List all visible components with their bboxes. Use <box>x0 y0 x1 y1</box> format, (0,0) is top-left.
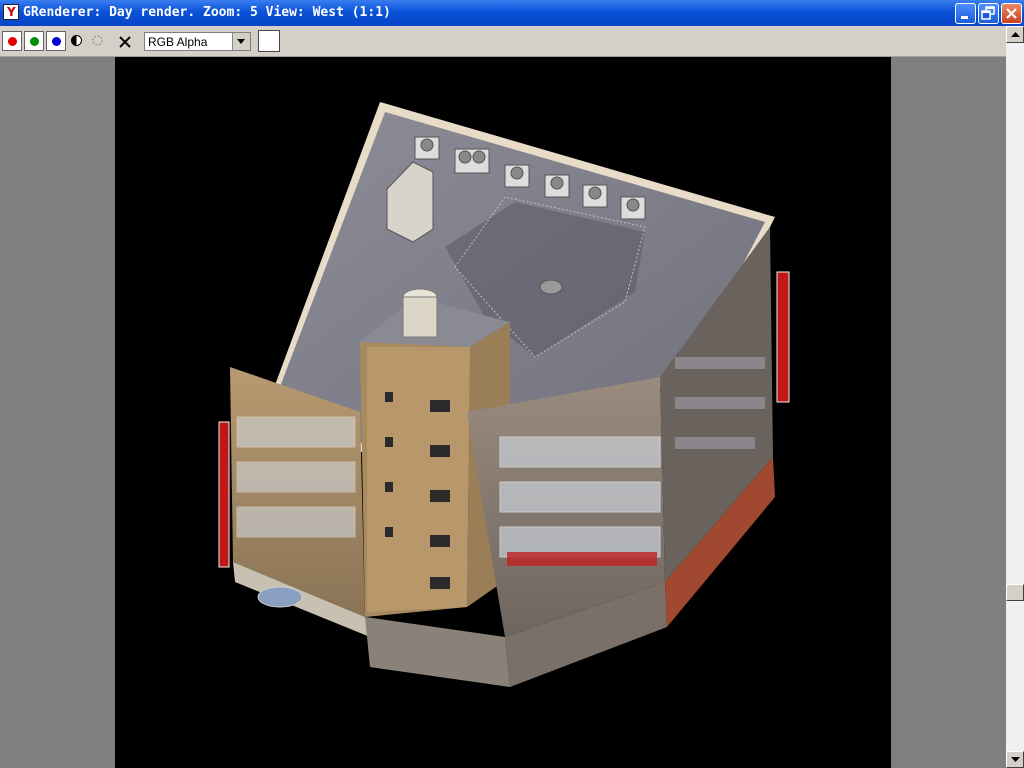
background-color-swatch[interactable] <box>258 30 280 52</box>
blue-dot-icon <box>52 37 61 46</box>
minimize-button[interactable] <box>955 3 976 24</box>
display-mode-value: RGB Alpha <box>148 35 208 49</box>
title-bar[interactable]: GRenderer: Day render. Zoom: 5 View: Wes… <box>0 0 1024 26</box>
brightness-icon[interactable] <box>91 34 104 47</box>
blue-channel-button[interactable] <box>46 31 66 51</box>
window-title: GRenderer: Day render. Zoom: 5 View: Wes… <box>23 5 391 20</box>
green-channel-button[interactable] <box>24 31 44 51</box>
close-x-icon[interactable] <box>118 35 132 49</box>
chevron-down-icon[interactable] <box>232 33 250 50</box>
building-render-image <box>218 102 790 687</box>
up-arrow-icon <box>1011 32 1020 37</box>
grenderer-app-icon[interactable] <box>3 4 19 20</box>
render-viewport <box>0 57 1006 768</box>
close-icon <box>1006 8 1017 19</box>
display-mode-select[interactable]: RGB Alpha <box>144 32 251 51</box>
green-dot-icon <box>30 37 39 46</box>
restore-button[interactable] <box>978 3 999 24</box>
grenderer-window: GRenderer: Day render. Zoom: 5 View: Wes… <box>0 0 1024 768</box>
down-arrow-icon <box>1011 757 1020 762</box>
restore-icon <box>981 6 995 20</box>
red-dot-icon <box>8 37 17 46</box>
scrollbar-thumb[interactable] <box>1006 584 1024 601</box>
render-canvas[interactable] <box>115 57 891 768</box>
minimize-icon <box>961 16 968 19</box>
close-button[interactable] <box>1001 3 1022 24</box>
vertical-scrollbar[interactable] <box>1006 26 1024 768</box>
scroll-down-button[interactable] <box>1006 751 1024 768</box>
scroll-up-button[interactable] <box>1006 26 1024 43</box>
red-channel-button[interactable] <box>2 31 22 51</box>
toolbar: RGB Alpha <box>0 26 1006 57</box>
contrast-icon[interactable] <box>70 34 83 47</box>
